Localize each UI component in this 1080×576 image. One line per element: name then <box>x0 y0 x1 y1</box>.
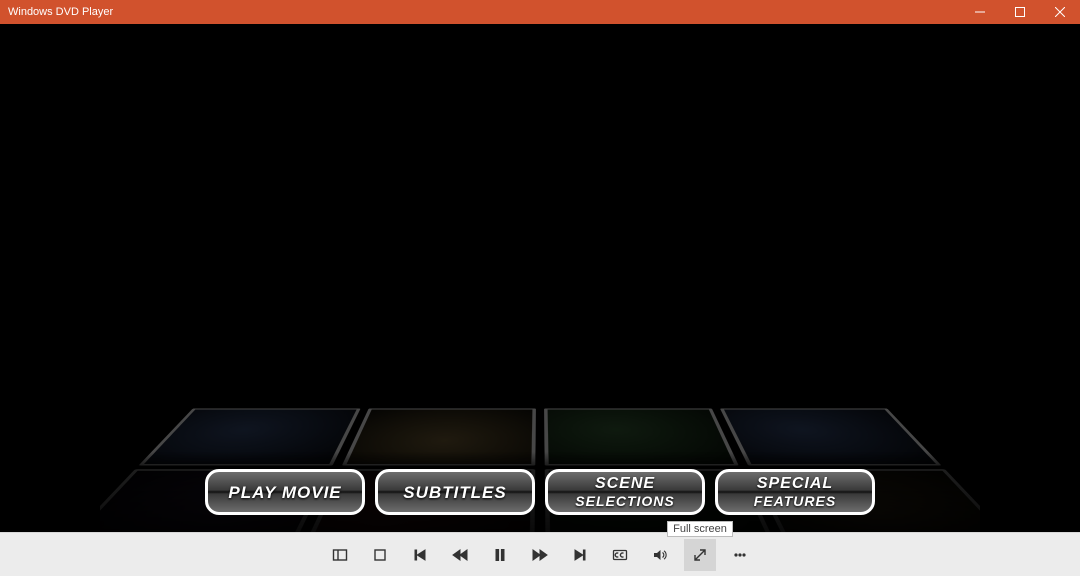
next-chapter-button[interactable] <box>564 539 596 571</box>
close-button[interactable] <box>1040 0 1080 24</box>
maximize-button[interactable] <box>1000 0 1040 24</box>
closed-captions-button[interactable] <box>604 539 636 571</box>
play-movie-button[interactable]: PLAY MOVIE <box>205 469 365 515</box>
previous-chapter-button[interactable] <box>404 539 436 571</box>
button-label-line2: FEATURES <box>754 494 836 508</box>
subtitles-button[interactable]: SUBTITLES <box>375 469 535 515</box>
button-label-line2: SELECTIONS <box>575 494 674 508</box>
dvd-menu-frame: PLAY MOVIE SUBTITLES SCENE SELECTIONS SP… <box>100 24 980 532</box>
button-label: PLAY MOVIE <box>228 484 341 501</box>
fullscreen-button[interactable]: Full screen <box>684 539 716 571</box>
button-label-line1: SPECIAL <box>757 476 833 492</box>
aspect-ratio-button[interactable] <box>324 539 356 571</box>
volume-button[interactable] <box>644 539 676 571</box>
stop-button[interactable] <box>364 539 396 571</box>
button-label: SUBTITLES <box>403 484 506 501</box>
more-options-button[interactable] <box>724 539 756 571</box>
video-area[interactable]: PLAY MOVIE SUBTITLES SCENE SELECTIONS SP… <box>0 24 1080 532</box>
dvd-menu-buttons-row: PLAY MOVIE SUBTITLES SCENE SELECTIONS SP… <box>100 452 980 532</box>
scene-selections-button[interactable]: SCENE SELECTIONS <box>545 469 705 515</box>
tooltip: Full screen <box>667 521 733 537</box>
window-title: Windows DVD Player <box>8 6 113 18</box>
fast-forward-button[interactable] <box>524 539 556 571</box>
special-features-button[interactable]: SPECIAL FEATURES <box>715 469 875 515</box>
button-label-line1: SCENE <box>595 476 655 492</box>
minimize-button[interactable] <box>960 0 1000 24</box>
rewind-button[interactable] <box>444 539 476 571</box>
pause-button[interactable] <box>484 539 516 571</box>
playback-controls: Full screen <box>0 532 1080 576</box>
titlebar: Windows DVD Player <box>0 0 1080 24</box>
